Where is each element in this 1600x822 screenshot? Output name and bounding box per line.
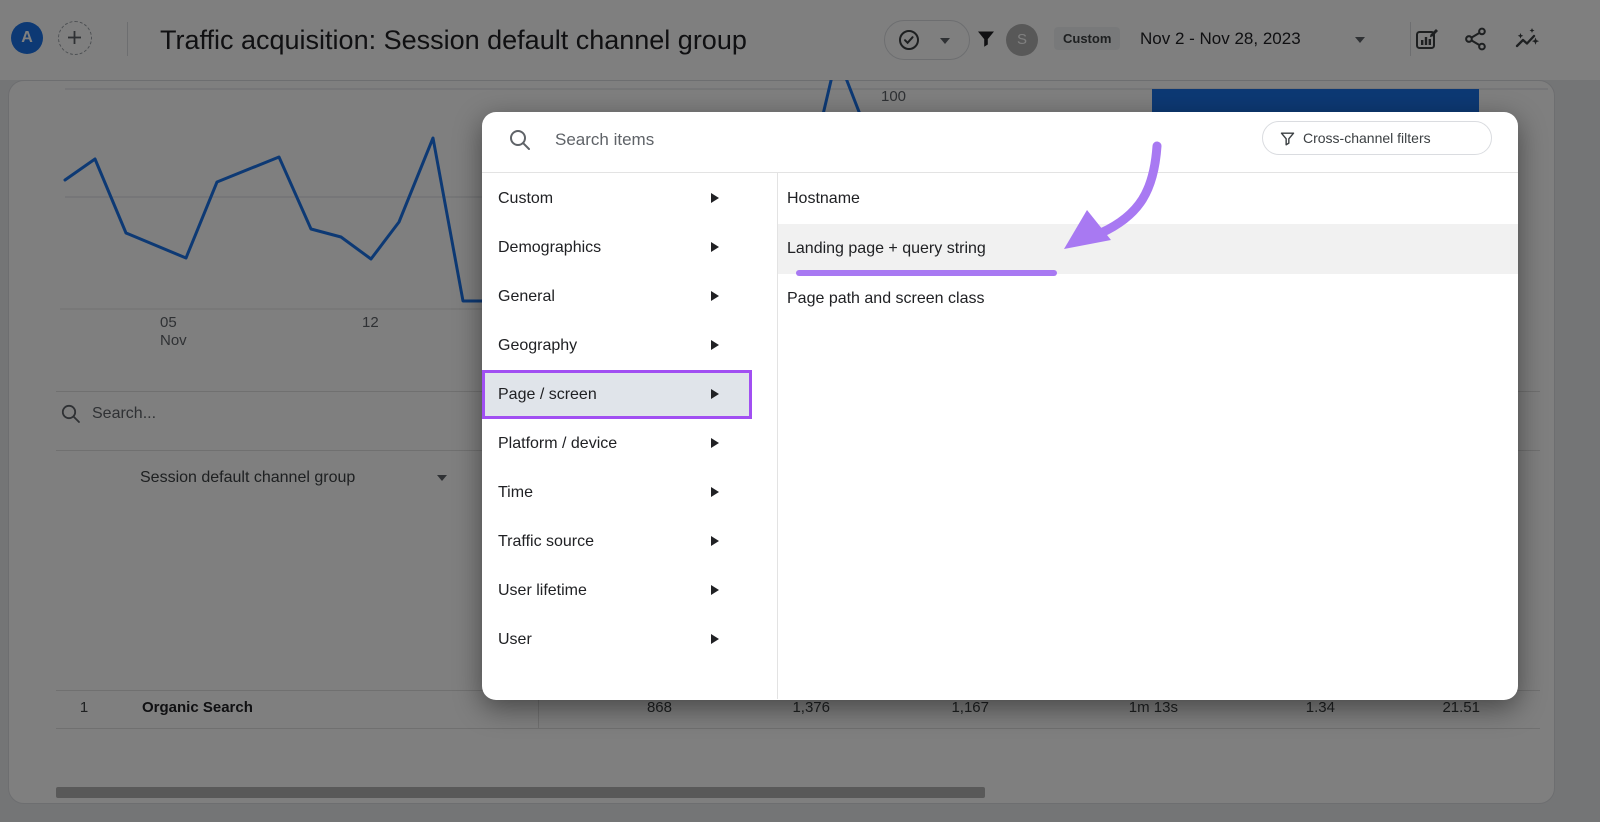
- submenu-item-landing-page-query-string[interactable]: Landing page + query string: [778, 224, 1518, 274]
- menu-item-demographics[interactable]: Demographics: [482, 223, 752, 272]
- submenu-arrow-icon: [711, 438, 719, 448]
- submenu-item-hostname[interactable]: Hostname: [778, 174, 1518, 224]
- submenu-arrow-icon: [711, 389, 719, 399]
- filter-outline-icon: [1279, 130, 1296, 147]
- menu-item-user[interactable]: User: [482, 615, 752, 664]
- cross-channel-filters-label: Cross-channel filters: [1303, 122, 1431, 154]
- dimension-picker-dialog: Search items Cross-channel filters Custo…: [482, 112, 1518, 700]
- menu-item-platform-device[interactable]: Platform / device: [482, 419, 752, 468]
- submenu-arrow-icon: [711, 585, 719, 595]
- search-icon: [508, 128, 532, 152]
- dialog-divider: [482, 172, 1518, 173]
- submenu-arrow-icon: [711, 340, 719, 350]
- search-input[interactable]: Search items: [555, 128, 654, 152]
- menu-item-general[interactable]: General: [482, 272, 752, 321]
- submenu-arrow-icon: [711, 634, 719, 644]
- menu-item-custom[interactable]: Custom: [482, 174, 752, 223]
- menu-item-time[interactable]: Time: [482, 468, 752, 517]
- menu-item-page-screen[interactable]: Page / screen: [482, 370, 752, 419]
- submenu-arrow-icon: [711, 536, 719, 546]
- menu-item-user-lifetime[interactable]: User lifetime: [482, 566, 752, 615]
- submenu-arrow-icon: [711, 291, 719, 301]
- annotation-underline: [796, 270, 1057, 276]
- menu-item-geography[interactable]: Geography: [482, 321, 752, 370]
- menu-item-traffic-source[interactable]: Traffic source: [482, 517, 752, 566]
- screen: 05 Nov 12 100 A Traffic acquisition: Ses…: [0, 0, 1600, 822]
- submenu-arrow-icon: [711, 242, 719, 252]
- submenu-arrow-icon: [711, 193, 719, 203]
- submenu-item-page-path-screen-class[interactable]: Page path and screen class: [778, 274, 1518, 324]
- submenu-arrow-icon: [711, 487, 719, 497]
- cross-channel-filters-button[interactable]: Cross-channel filters: [1262, 121, 1492, 155]
